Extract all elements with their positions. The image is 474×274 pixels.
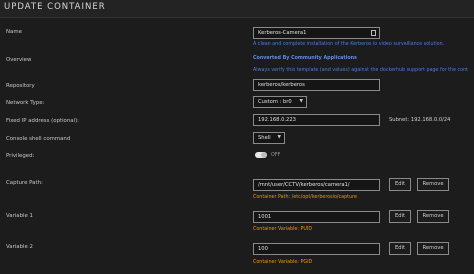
capture-path-label: Capture Path:	[6, 180, 43, 186]
network-type-value: Custom : br0	[258, 99, 292, 105]
capture-path-value: /mnt/user/CCTV/kerberos/camera1/	[258, 182, 350, 188]
repository-value: kerberos/kerberos	[258, 82, 305, 88]
page-header: UPDATE CONTAINER	[0, 0, 474, 18]
privileged-state: OFF	[271, 153, 281, 158]
repository-label: Repository	[6, 83, 35, 89]
variable1-container-var: Container Variable: PUID	[253, 227, 313, 232]
console-shell-label: Console shell command	[6, 136, 71, 142]
privileged-label: Privileged:	[6, 153, 35, 159]
name-label: Name	[6, 29, 22, 35]
variable2-input[interactable]: 100	[253, 243, 380, 255]
variable2-remove-button[interactable]: Remove	[417, 242, 449, 255]
console-shell-value: Shell	[258, 135, 271, 141]
overview-note: Always verify this template (and values)…	[253, 68, 469, 73]
variable2-label: Variable 2	[6, 244, 33, 250]
page-title: UPDATE CONTAINER	[4, 2, 106, 12]
privileged-toggle[interactable]	[255, 152, 267, 158]
variable2-edit-button[interactable]: Edit	[389, 242, 411, 255]
variable1-value: 1001	[258, 214, 272, 220]
overview-label: Overview	[6, 57, 32, 63]
name-help-text: A clean and complete installation of the…	[253, 42, 445, 47]
chevron-down-icon: ▼	[299, 99, 303, 104]
container-path-text: Container Path: /etc/opt/kerberosio/capt…	[253, 195, 357, 200]
variable1-input[interactable]: 1001	[253, 211, 380, 223]
console-shell-select[interactable]: Shell ▼	[253, 132, 285, 144]
name-value: Kerberos-Camera1	[258, 30, 307, 36]
capture-path-remove-button[interactable]: Remove	[417, 178, 449, 191]
fixed-ip-label: Fixed IP address (optional):	[6, 118, 79, 124]
variable2-value: 100	[258, 246, 268, 252]
chevron-down-icon: ▼	[277, 135, 281, 140]
network-type-select[interactable]: Custom : br0 ▼	[253, 96, 307, 108]
capture-path-edit-button[interactable]: Edit	[389, 178, 411, 191]
capture-path-input[interactable]: /mnt/user/CCTV/kerberos/camera1/	[253, 179, 380, 191]
repository-input[interactable]: kerberos/kerberos	[253, 79, 380, 91]
variable1-remove-button[interactable]: Remove	[417, 210, 449, 223]
subnet-text: Subnet: 192.168.0.0/24	[389, 117, 451, 123]
variable1-label: Variable 1	[6, 213, 33, 219]
overview-title: Converted By Community Applications	[253, 56, 357, 61]
edit-icon[interactable]	[371, 30, 376, 36]
fixed-ip-value: 192.168.0.223	[258, 117, 296, 123]
variable1-edit-button[interactable]: Edit	[389, 210, 411, 223]
fixed-ip-input[interactable]: 192.168.0.223	[253, 114, 380, 126]
variable2-container-var: Container Variable: PGID	[253, 260, 313, 265]
toggle-knob	[261, 152, 267, 158]
name-input[interactable]: Kerberos-Camera1	[253, 27, 380, 39]
network-type-label: Network Type:	[6, 100, 45, 106]
